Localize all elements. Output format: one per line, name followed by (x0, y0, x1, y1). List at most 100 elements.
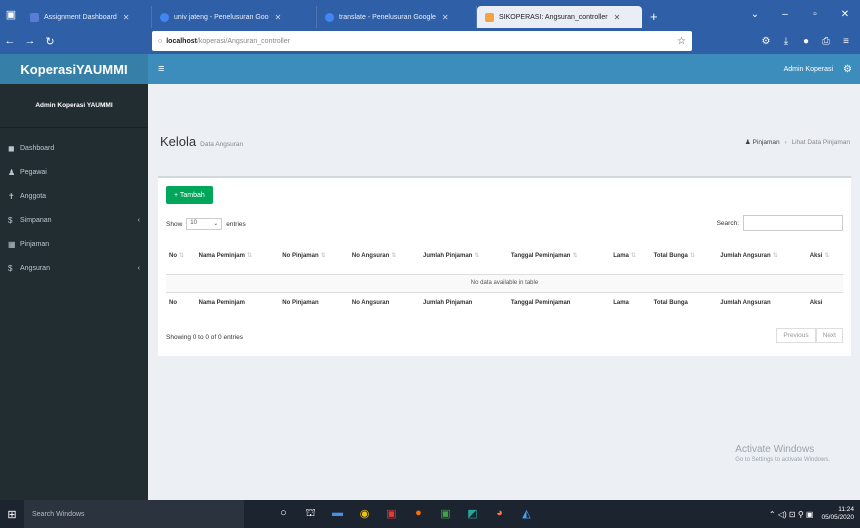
browser-menu-icon[interactable]: ▣ (0, 0, 22, 28)
bookmark-star-icon[interactable]: ☆ (677, 36, 686, 47)
column-header[interactable]: Jumlah Angsuran ⇅ (717, 238, 807, 275)
tab-search-icon[interactable]: ⌄ (740, 9, 770, 20)
browser-tab-active[interactable]: SIKOPERASI: Angsuran_controller ✕ (477, 6, 642, 28)
download-icon[interactable]: ⤓ (776, 36, 796, 47)
column-header[interactable]: No Angsuran ⇅ (348, 238, 420, 275)
search-control: Search: (717, 215, 843, 231)
extensions-icon[interactable]: ⚙ (756, 36, 776, 47)
close-tab-icon[interactable]: ✕ (442, 13, 449, 22)
browser-tab[interactable]: univ jateng - Penelusuran Goo ✕ (152, 6, 317, 28)
column-header[interactable]: Tanggal Peminjaman ⇅ (507, 238, 611, 275)
entries-select[interactable]: 10 ⌄ (186, 218, 223, 230)
app-icon[interactable]: ◭ (513, 507, 540, 521)
profile-icon[interactable]: ● (796, 36, 816, 47)
sort-icon: ⇅ (320, 253, 326, 260)
table-footer-row: No Nama Peminjam No Pinjaman No Angsuran… (166, 291, 843, 314)
sidebar-item-anggota[interactable]: ✝ Anggota (0, 184, 148, 208)
entries-value: 10 (190, 220, 197, 226)
column-header[interactable]: Lama ⇅ (610, 238, 651, 275)
site-favicon-icon (485, 12, 494, 22)
column-header[interactable]: No Pinjaman ⇅ (279, 238, 349, 275)
browser-more-icon[interactable]: ≡ (836, 36, 856, 47)
close-tab-icon[interactable]: ✕ (614, 13, 621, 22)
new-tab-icon[interactable]: + (642, 9, 666, 24)
app-topbar: ≡ Admin Koperasi ⚙ (148, 54, 860, 84)
app-icon[interactable]: ▣ (432, 507, 459, 521)
breadcrumb-item[interactable]: Pinjaman (753, 139, 780, 146)
app-icon[interactable]: ▣ (378, 507, 405, 521)
system-tray: ⌃ ◁) ⊡ ⚲ ▣ 11:24 05/05/2020 (769, 506, 854, 522)
taskbar-clock[interactable]: 11:24 05/05/2020 (821, 506, 854, 522)
add-button[interactable]: + Tambah (166, 186, 213, 204)
google-icon (160, 12, 169, 22)
maximize-icon[interactable]: ▫ (800, 9, 830, 20)
dollar-icon: $ (8, 215, 13, 225)
sort-icon: ⇅ (246, 253, 253, 260)
sidebar-item-label: Simpanan (20, 216, 52, 224)
back-icon[interactable]: ← (0, 35, 20, 47)
url-path: /koperasi/Angsuran_controller (196, 37, 290, 45)
reload-icon[interactable]: ↻ (40, 35, 60, 48)
tab-title: univ jateng - Penelusuran Goo (174, 13, 269, 21)
table-info: Showing 0 to 0 of 0 entries (166, 334, 243, 341)
app-icon[interactable]: ◕ (486, 507, 513, 521)
google-icon (325, 12, 334, 22)
tab-title: Assignment Dashboard (44, 13, 117, 21)
close-window-icon[interactable]: ✕ (830, 9, 860, 20)
previous-button[interactable]: Previous (776, 328, 816, 343)
column-header[interactable]: No ⇅ (166, 238, 196, 275)
breadcrumb-separator: › (784, 139, 787, 146)
chrome-icon[interactable]: ◉ (351, 507, 378, 521)
sidebar-item-pegawai[interactable]: ♟ Pegawai (0, 160, 148, 184)
mail-icon[interactable]: ▬ (324, 507, 351, 521)
taskbar-search[interactable]: Search Windows (24, 500, 244, 528)
dollar-icon: $ (8, 263, 13, 273)
address-bar[interactable]: ○ localhost /koperasi/Angsuran_controlle… (152, 31, 692, 51)
browser-toolbar: ← → ↻ ○ localhost /koperasi/Angsuran_con… (0, 28, 860, 54)
sidebar-item-label: Angsuran (20, 264, 50, 272)
sidebar-item-angsuran[interactable]: $ Angsuran ‹ (0, 256, 148, 280)
close-tab-icon[interactable]: ✕ (275, 13, 282, 22)
browser-tab[interactable]: translate - Penelusuran Google ✕ (317, 6, 477, 28)
close-tab-icon[interactable]: ✕ (123, 13, 130, 22)
gears-icon[interactable]: ⚙ (843, 64, 852, 75)
column-header[interactable]: Nama Peminjam ⇅ (195, 238, 280, 275)
column-header[interactable]: Jumlah Pinjaman ⇅ (419, 238, 508, 275)
app-icon[interactable]: ◩ (459, 507, 486, 521)
column-footer: Total Bunga (650, 291, 718, 314)
collections-icon[interactable]: ⎙ (816, 36, 836, 47)
tab-title: translate - Penelusuran Google (339, 13, 436, 21)
entries-length-control: Show 10 ⌄ entries (166, 218, 246, 230)
sidebar-toggle-icon[interactable]: ≡ (158, 63, 164, 75)
tray-icons[interactable]: ⌃ ◁) ⊡ ⚲ ▣ (769, 510, 814, 519)
sidebar-item-simpanan[interactable]: $ Simpanan ‹ (0, 208, 148, 232)
users-icon: ♟ (744, 139, 751, 146)
sort-icon: ⇅ (572, 253, 578, 260)
data-table: No ⇅ Nama Peminjam ⇅ No Pinjaman ⇅ No Angsu… (166, 238, 843, 314)
app-brand[interactable]: KoperasiYAUMMI (0, 54, 148, 84)
user-menu[interactable]: Admin Koperasi (784, 66, 833, 73)
sidebar-item-label: Pegawai (20, 168, 47, 176)
task-view-icon[interactable]: ○ (270, 507, 297, 521)
sidebar-item-pinjaman[interactable]: ▦ Pinjaman (0, 232, 148, 256)
column-header[interactable]: Total Bunga ⇅ (650, 238, 718, 275)
data-box: + Tambah Show 10 ⌄ entries Search: No ⇅ N… (158, 176, 851, 356)
breadcrumb: ♟ Pinjaman › Lihat Data Pinjaman (745, 138, 850, 146)
sort-icon: ⇅ (824, 253, 830, 260)
browser-tab[interactable]: Assignment Dashboard ✕ (22, 6, 152, 28)
search-label: Search: (716, 219, 739, 227)
page-info-icon[interactable]: ○ (158, 38, 162, 45)
clock-date: 05/05/2020 (821, 514, 854, 521)
minimize-icon[interactable]: – (770, 9, 800, 20)
sort-icon: ⇅ (689, 253, 695, 260)
sort-icon: ⇅ (630, 253, 636, 260)
forward-icon[interactable]: → (20, 35, 40, 47)
sidebar-item-dashboard[interactable]: ◼ Dashboard (0, 136, 148, 160)
app-icon[interactable]: ● (405, 507, 432, 521)
next-button[interactable]: Next (815, 328, 843, 343)
store-icon[interactable]: ⛫ (297, 507, 324, 521)
windows-start-icon[interactable]: ⊞ (0, 508, 24, 521)
column-header[interactable]: Aksi ⇅ (806, 238, 843, 275)
tab-title: SIKOPERASI: Angsuran_controller (499, 13, 608, 21)
search-input[interactable] (743, 215, 843, 231)
